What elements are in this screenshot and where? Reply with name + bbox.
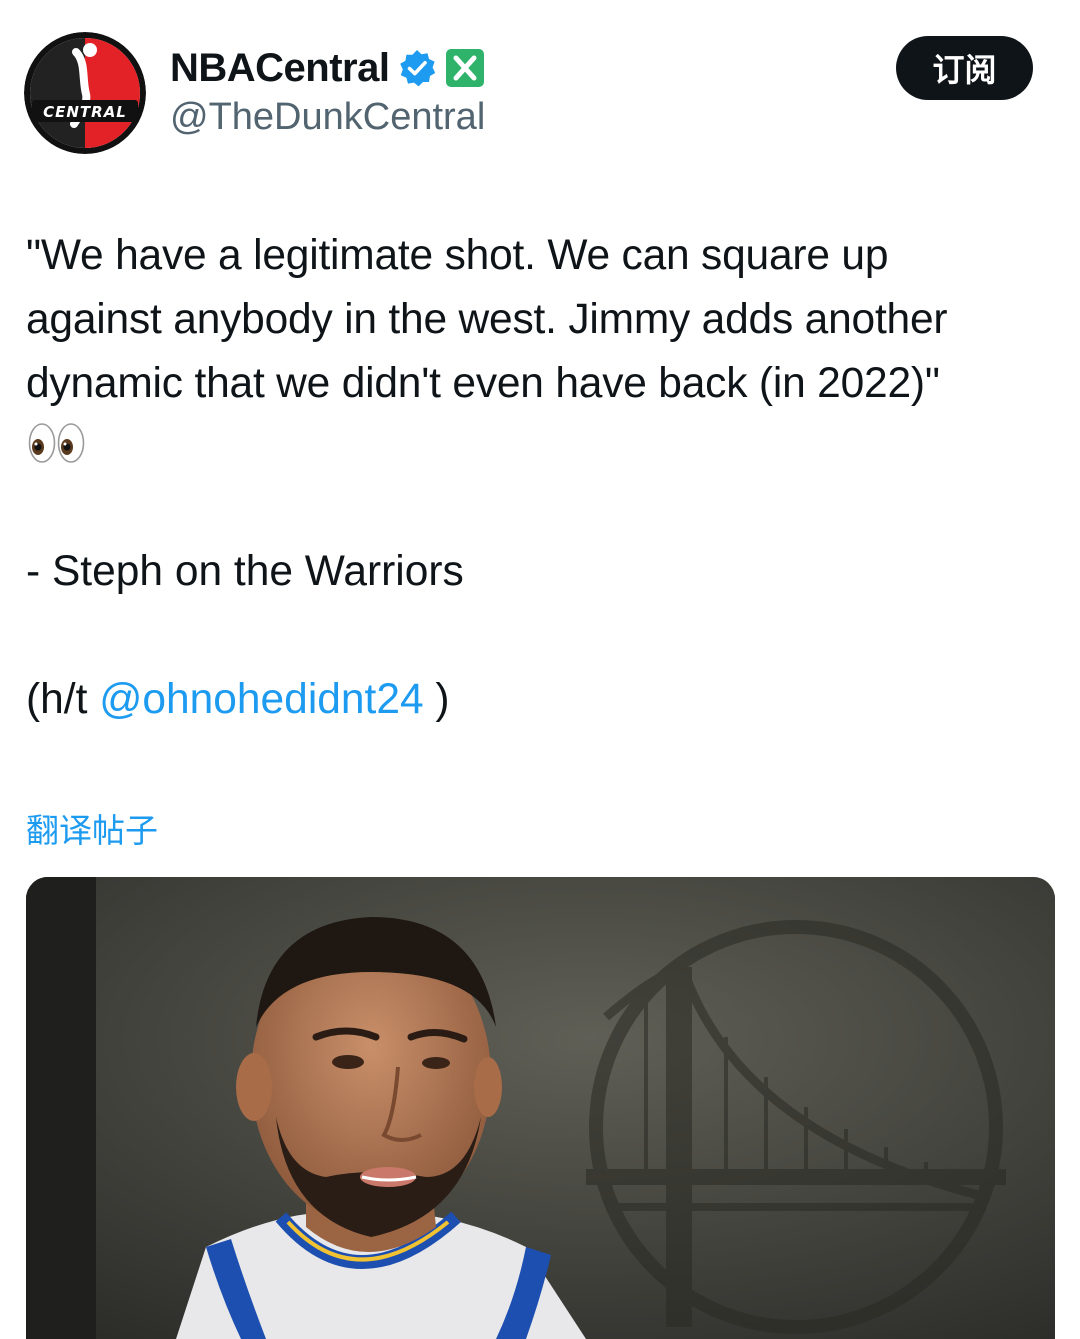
- verified-badge-icon: [397, 48, 437, 88]
- tweet-text-line: "We have a legitimate shot. We can squar…: [26, 232, 889, 279]
- tweet-text-line: against anybody in the west. Jimmy adds …: [26, 296, 948, 343]
- tweet-signoff: - Steph on the Warriors: [26, 548, 464, 595]
- tweet-text: "We have a legitimate shot. We can squar…: [26, 224, 1066, 416]
- eyes-emoji-icon: [28, 420, 86, 466]
- tweet-media-video[interactable]: [26, 877, 1055, 1339]
- author-name-row: NBACentral: [170, 40, 485, 96]
- svg-text:CENTRAL: CENTRAL: [43, 103, 127, 121]
- tweet-hat-tip: (h/t @ohnohedidnt24 ): [26, 668, 450, 732]
- author-handle[interactable]: @TheDunkCentral: [170, 96, 485, 139]
- x-affiliate-icon[interactable]: [445, 48, 485, 88]
- hat-tip-prefix: (h/t: [26, 676, 100, 723]
- hat-tip-suffix: ): [423, 676, 450, 723]
- mention-link[interactable]: @ohnohedidnt24: [99, 676, 423, 723]
- author-display-name[interactable]: NBACentral: [170, 46, 390, 91]
- subscribe-button[interactable]: 订阅: [896, 36, 1033, 100]
- tweet-text-line: dynamic that we didn't even have back (i…: [26, 360, 940, 407]
- translate-post-link[interactable]: 翻译帖子: [26, 804, 158, 852]
- author-avatar[interactable]: CENTRAL: [24, 32, 146, 154]
